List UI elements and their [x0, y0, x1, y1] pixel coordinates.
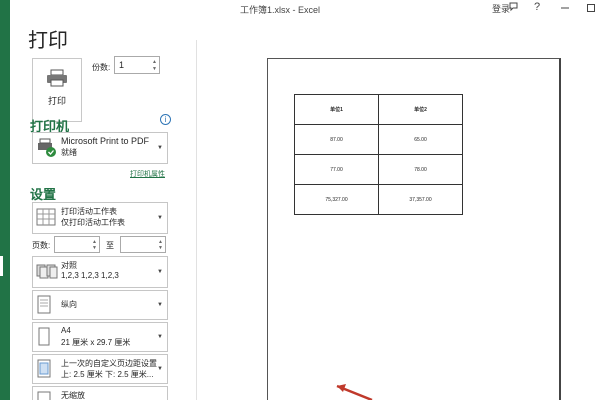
orientation-value: 纵向: [61, 300, 77, 309]
margins-dropdown[interactable]: 上一次的自定义页边距设置 上: 2.5 厘米 下: 2.5 厘米... ▼: [32, 354, 168, 384]
excel-left-strip: [0, 0, 10, 400]
scaling-dropdown[interactable]: 无缩放: [32, 386, 168, 400]
settings-section-title: 设置: [30, 187, 57, 202]
restore-icon[interactable]: [586, 1, 596, 16]
copies-stepper[interactable]: 1 ▲ ▼: [114, 56, 160, 74]
help-icon[interactable]: ?: [534, 1, 540, 13]
pages-label: 页数:: [32, 241, 51, 250]
left-strip-notch: [0, 256, 3, 276]
pages-from-input[interactable]: ▲ ▼: [54, 236, 100, 253]
printer-status-icon: [36, 137, 58, 161]
title-bar: 工作簿1.xlsx - Excel 登录 ?: [10, 0, 604, 18]
scaling-icon: [36, 391, 52, 400]
scaling-value: 无缩放: [61, 391, 85, 400]
copies-label: 份数:: [92, 63, 111, 72]
print-button-label: 打印: [47, 96, 66, 106]
spin-down-icon[interactable]: ▼: [158, 245, 163, 251]
paper-size-line2: 21 厘米 x 29.7 厘米: [61, 338, 131, 347]
printer-name: Microsoft Print to PDF: [61, 136, 150, 146]
chevron-down-icon: ▼: [157, 145, 163, 151]
spin-down-icon[interactable]: ▼: [92, 245, 97, 251]
chevron-down-icon: ▼: [157, 366, 163, 372]
margins-line1: 上一次的自定义页边距设置: [61, 359, 157, 368]
printer-icon: [47, 69, 67, 87]
paper-size-icon: [36, 327, 52, 349]
window-title: 工作簿1.xlsx - Excel: [240, 5, 321, 15]
feedback-icon[interactable]: [508, 1, 520, 16]
annotation-arrow: [336, 384, 373, 400]
portrait-page-icon: [36, 295, 52, 317]
paper-size-line1: A4: [61, 326, 71, 335]
print-what-line2: 仅打印活动工作表: [61, 218, 125, 227]
minimize-icon[interactable]: [560, 1, 570, 16]
print-what-line1: 打印活动工作表: [61, 207, 117, 216]
worksheet-grid-icon: [36, 207, 56, 229]
collate-icon: [36, 261, 58, 283]
spin-up-icon[interactable]: ▲: [152, 59, 157, 65]
print-backstage-panel: 打印 打印 份数: 1 ▲ ▼ 打印机 i Microsoft Print to…: [10, 18, 196, 400]
collation-line1: 对照: [61, 261, 77, 270]
print-preview-area: 单位1 单位2 87.00 65.00 77.00 78.00 75,327.0…: [197, 18, 604, 400]
chevron-down-icon: ▼: [157, 269, 163, 275]
orientation-dropdown[interactable]: 纵向 ▼: [32, 290, 168, 320]
margins-icon: [36, 359, 52, 381]
chevron-down-icon: ▼: [157, 215, 163, 221]
margins-line2: 上: 2.5 厘米 下: 2.5 厘米...: [61, 370, 154, 379]
collation-dropdown[interactable]: 对照 1,2,3 1,2,3 1,2,3 ▼: [32, 256, 168, 288]
pages-to-label: 至: [106, 241, 114, 250]
chevron-down-icon: ▼: [157, 302, 163, 308]
copies-value: 1: [119, 60, 125, 70]
page-title: 打印: [28, 30, 68, 52]
printer-dropdown[interactable]: Microsoft Print to PDF 就绪 ▼: [32, 132, 168, 164]
print-what-dropdown[interactable]: 打印活动工作表 仅打印活动工作表 ▼: [32, 202, 168, 234]
paper-size-dropdown[interactable]: A4 21 厘米 x 29.7 厘米 ▼: [32, 322, 168, 352]
printer-status: 就绪: [61, 148, 77, 157]
collation-line2: 1,2,3 1,2,3 1,2,3: [61, 271, 119, 280]
pages-to-input[interactable]: ▲ ▼: [120, 236, 166, 253]
spin-down-icon[interactable]: ▼: [152, 66, 157, 72]
print-button[interactable]: 打印: [32, 58, 82, 122]
chevron-down-icon: ▼: [157, 334, 163, 340]
info-icon[interactable]: i: [160, 114, 171, 125]
printer-properties-link[interactable]: 打印机属性: [130, 169, 165, 179]
